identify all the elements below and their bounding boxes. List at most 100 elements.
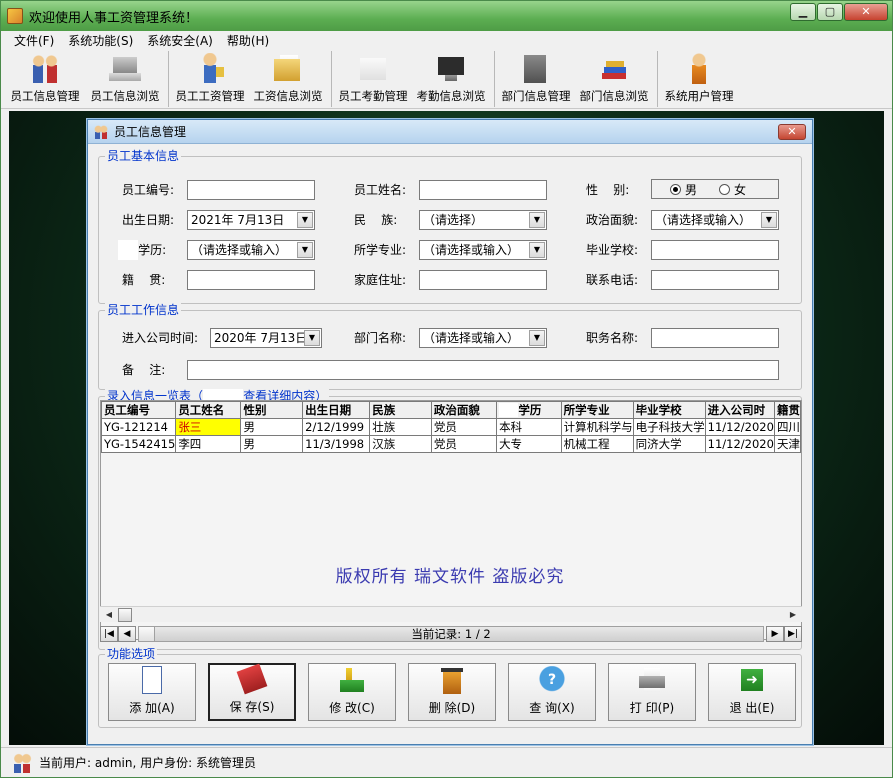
table-cell[interactable]: 11/12/2020 bbox=[704, 418, 775, 436]
delete-button[interactable]: 删 除(D) bbox=[408, 663, 496, 721]
table-cell[interactable]: 党员 bbox=[430, 418, 498, 436]
table-cell[interactable]: 11/3/1998 bbox=[302, 435, 371, 453]
scroll-left-icon[interactable]: ◀ bbox=[102, 608, 116, 622]
nation-select[interactable]: （请选择） ▼ bbox=[419, 210, 547, 230]
table-cell[interactable]: 电子科技大学 bbox=[632, 418, 706, 436]
col-header[interactable]: 进入公司时 bbox=[704, 401, 775, 419]
horizontal-scrollbar[interactable]: ◀ ▶ bbox=[100, 606, 802, 622]
table-row[interactable]: YG-121214 张三 男 2/12/1999 壮族 党员 本科 计算机科学与… bbox=[101, 418, 801, 436]
prev-record-button[interactable]: ◀ bbox=[118, 626, 136, 642]
tool-dept-browse[interactable]: 部门信息浏览 bbox=[574, 51, 654, 107]
table-cell[interactable]: 本科 bbox=[496, 418, 562, 436]
col-header[interactable]: 所学专业 bbox=[560, 401, 634, 419]
table-cell[interactable]: 11/12/2020 bbox=[704, 435, 775, 453]
col-header[interactable]: 性别 bbox=[240, 401, 304, 419]
phone-input[interactable] bbox=[651, 270, 779, 290]
table-cell[interactable]: 男 bbox=[240, 418, 304, 436]
table-cell[interactable]: 机械工程 bbox=[560, 435, 634, 453]
school-input[interactable] bbox=[651, 240, 779, 260]
print-button[interactable]: 打 印(P) bbox=[608, 663, 696, 721]
first-record-button[interactable]: |◀ bbox=[100, 626, 118, 642]
exit-button[interactable]: ➜ 退 出(E) bbox=[708, 663, 796, 721]
tool-employee-info-manage[interactable]: 员工信息管理 bbox=[5, 51, 85, 107]
table-cell[interactable]: 同济大学 bbox=[632, 435, 706, 453]
gender-female-radio[interactable]: 女 bbox=[719, 181, 746, 198]
table-cell[interactable]: 四川 bbox=[773, 418, 801, 436]
child-close-button[interactable]: ✕ bbox=[778, 124, 806, 140]
table-cell[interactable]: 李四 bbox=[175, 435, 242, 453]
menu-bar: 文件(F) 系统功能(S) 系统安全(A) 帮助(H) bbox=[1, 31, 892, 51]
job-input[interactable] bbox=[651, 328, 779, 348]
query-button[interactable]: ? 查 询(X) bbox=[508, 663, 596, 721]
tool-attendance-manage[interactable]: 员工考勤管理 bbox=[331, 51, 411, 107]
record-thumb[interactable] bbox=[139, 627, 155, 641]
native-input[interactable] bbox=[187, 270, 315, 290]
record-position-track[interactable]: 当前记录: 1 / 2 bbox=[138, 626, 764, 642]
chevron-down-icon[interactable]: ▼ bbox=[297, 242, 313, 258]
birth-date-picker[interactable]: 2021年 7月13日 ▼ bbox=[187, 210, 315, 230]
table-row[interactable]: YG-1542415 李四 男 11/3/1998 汉族 党员 大专 机械工程 … bbox=[101, 435, 801, 453]
major-select[interactable]: （请选择或输入） ▼ bbox=[419, 240, 547, 260]
employee-data-grid[interactable]: 员工编号 员工姓名 性别 出生日期 民族 政治面貌 ##学历 所学专业 毕业学校… bbox=[100, 400, 802, 640]
dept-select[interactable]: （请选择或输入） ▼ bbox=[419, 328, 547, 348]
table-cell-selected[interactable]: 张三 bbox=[175, 418, 242, 436]
table-cell[interactable]: YG-121214 bbox=[101, 418, 177, 436]
chevron-down-icon[interactable]: ▼ bbox=[529, 330, 545, 346]
tool-employee-info-browse[interactable]: 员工信息浏览 bbox=[85, 51, 165, 107]
tool-attendance-browse[interactable]: 考勤信息浏览 bbox=[411, 51, 491, 107]
chevron-down-icon[interactable]: ▼ bbox=[761, 212, 777, 228]
add-button[interactable]: 添 加(A) bbox=[108, 663, 196, 721]
tool-user-manage[interactable]: 系统用户管理 bbox=[657, 51, 737, 107]
query-icon: ? bbox=[538, 666, 566, 694]
scroll-thumb[interactable] bbox=[118, 608, 132, 622]
edit-button[interactable]: 修 改(C) bbox=[308, 663, 396, 721]
table-cell[interactable]: 2/12/1999 bbox=[302, 418, 371, 436]
menu-help[interactable]: 帮助(H) bbox=[220, 31, 276, 51]
chevron-down-icon[interactable]: ▼ bbox=[529, 242, 545, 258]
col-header[interactable]: 籍贯 bbox=[773, 401, 801, 419]
emp-id-input[interactable] bbox=[187, 180, 315, 200]
scroll-right-icon[interactable]: ▶ bbox=[786, 608, 800, 622]
col-header[interactable]: ##学历 bbox=[496, 401, 562, 419]
table-cell[interactable]: 壮族 bbox=[369, 418, 432, 436]
table-cell[interactable]: 大专 bbox=[496, 435, 562, 453]
chevron-down-icon[interactable]: ▼ bbox=[529, 212, 545, 228]
chevron-down-icon[interactable]: ▼ bbox=[304, 330, 320, 346]
col-header[interactable]: 政治面貌 bbox=[430, 401, 498, 419]
col-header[interactable]: 员工编号 bbox=[101, 401, 177, 419]
delete-button-label: 删 除(D) bbox=[428, 701, 476, 715]
remark-input[interactable] bbox=[187, 360, 779, 380]
maximize-button[interactable]: ▢ bbox=[817, 3, 843, 21]
main-window: 欢迎使用人事工资管理系统！ ▁ ▢ ✕ 文件(F) 系统功能(S) 系统安全(A… bbox=[0, 0, 893, 778]
politics-select[interactable]: （请选择或输入） ▼ bbox=[651, 210, 779, 230]
tool-salary-manage[interactable]: 员工工资管理 bbox=[168, 51, 248, 107]
col-header[interactable]: 员工姓名 bbox=[175, 401, 242, 419]
col-header[interactable]: 出生日期 bbox=[302, 401, 371, 419]
table-cell[interactable]: YG-1542415 bbox=[101, 435, 177, 453]
close-button[interactable]: ✕ bbox=[844, 3, 888, 21]
table-cell[interactable]: 党员 bbox=[430, 435, 498, 453]
tool-salary-browse[interactable]: 工资信息浏览 bbox=[248, 51, 328, 107]
join-date-picker[interactable]: 2020年 7月13日 ▼ bbox=[210, 328, 322, 348]
address-input[interactable] bbox=[419, 270, 547, 290]
gender-male-radio[interactable]: 男 bbox=[670, 181, 697, 198]
col-header[interactable]: 毕业学校 bbox=[632, 401, 706, 419]
table-cell[interactable]: 天津 bbox=[773, 435, 801, 453]
edu-select[interactable]: （请选择或输入） ▼ bbox=[187, 240, 315, 260]
menu-system-security[interactable]: 系统安全(A) bbox=[140, 31, 220, 51]
next-record-button[interactable]: ▶ bbox=[766, 626, 784, 642]
emp-name-input[interactable] bbox=[419, 180, 547, 200]
menu-system-functions[interactable]: 系统功能(S) bbox=[61, 31, 140, 51]
tool-dept-manage[interactable]: 部门信息管理 bbox=[494, 51, 574, 107]
nation-value: （请选择） bbox=[423, 213, 484, 227]
minimize-button[interactable]: ▁ bbox=[790, 3, 816, 21]
table-cell[interactable]: 汉族 bbox=[369, 435, 432, 453]
col-header[interactable]: 民族 bbox=[369, 401, 432, 419]
work-info-legend: 员工工作信息 bbox=[105, 303, 182, 317]
save-button[interactable]: 保 存(S) bbox=[208, 661, 296, 721]
chevron-down-icon[interactable]: ▼ bbox=[297, 212, 313, 228]
last-record-button[interactable]: ▶| bbox=[784, 626, 802, 642]
table-cell[interactable]: 男 bbox=[240, 435, 304, 453]
table-cell[interactable]: 计算机科学与 bbox=[560, 418, 634, 436]
menu-file[interactable]: 文件(F) bbox=[7, 31, 61, 51]
